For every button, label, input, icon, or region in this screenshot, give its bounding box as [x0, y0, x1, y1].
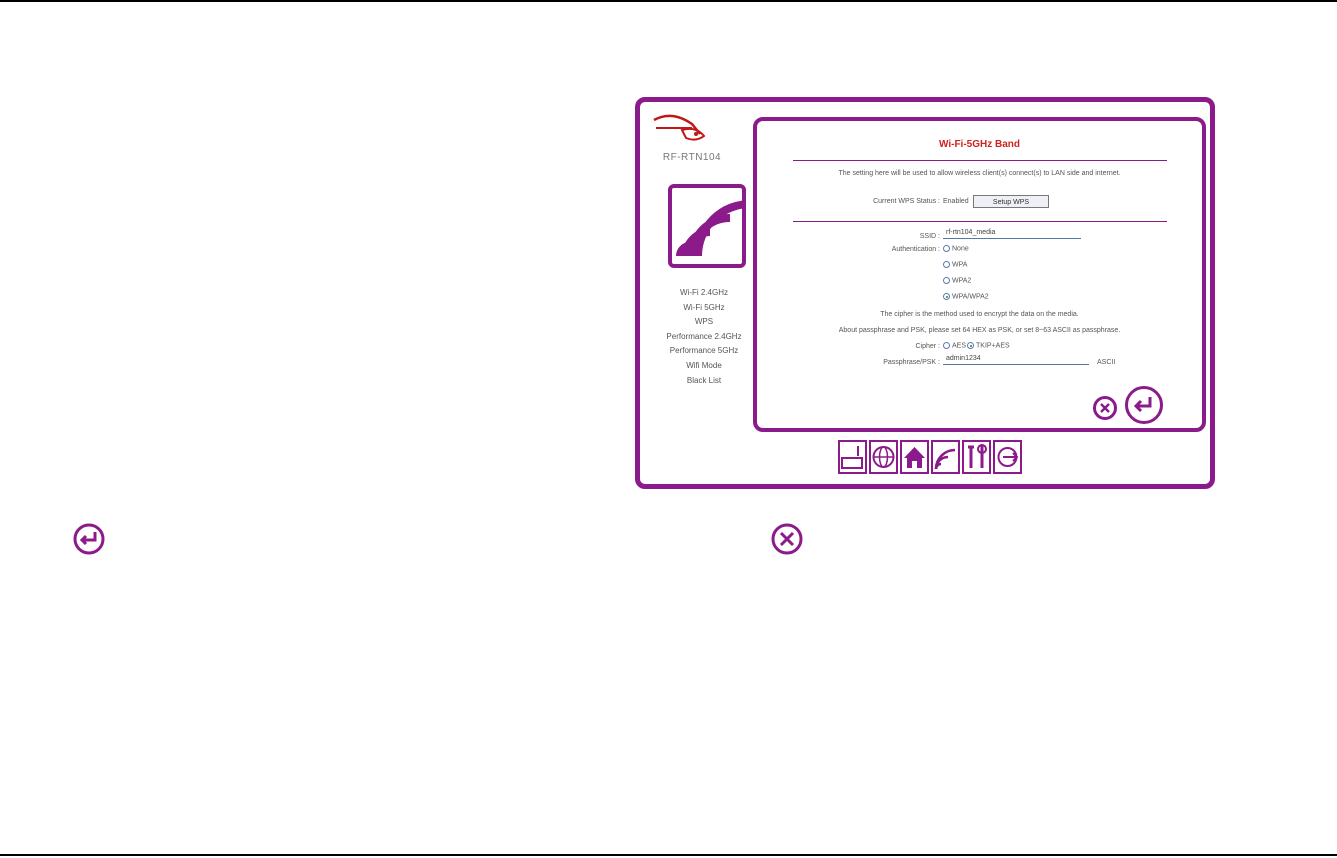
wifi-large-icon: [676, 200, 751, 257]
passphrase-type: ASCII: [1097, 359, 1116, 366]
auth-option-wpa[interactable]: WPA: [943, 261, 967, 268]
menu-item-performance-5ghz[interactable]: Performance 5GHz: [640, 344, 768, 359]
radio-icon: [943, 245, 950, 252]
passphrase-label: Passphrase/PSK :: [883, 359, 940, 366]
logout-icon[interactable]: [993, 440, 1022, 474]
divider: [793, 221, 1167, 222]
psk-note: About passphrase and PSK, please set 64 …: [838, 327, 1121, 334]
settings-panel: Wi-Fi-5GHz Band The setting here will be…: [753, 117, 1206, 432]
menu-item-wifi-mode[interactable]: Wifi Mode: [640, 359, 768, 374]
cancel-button[interactable]: [1093, 396, 1117, 420]
bottom-icon-bar: [838, 440, 1026, 476]
tools-icon[interactable]: [962, 440, 991, 474]
auth-option-wpa-wpa2[interactable]: WPA/WPA2: [943, 293, 989, 300]
cipher-note: The cipher is the method used to encrypt…: [880, 311, 1079, 318]
apply-button[interactable]: [1125, 386, 1163, 424]
radio-icon: [943, 277, 950, 284]
enter-arrow-icon: [1133, 397, 1152, 413]
router-status-icon[interactable]: [838, 440, 867, 474]
radio-selected-icon: [967, 342, 974, 349]
ssid-label: SSID :: [919, 233, 940, 240]
wifi-icon[interactable]: [931, 440, 960, 474]
ssid-input[interactable]: rf-rtn104_media: [943, 228, 1081, 239]
auth-option-wpa2[interactable]: WPA2: [943, 277, 971, 284]
menu-item-performance-24ghz[interactable]: Performance 2.4GHz: [640, 330, 768, 345]
side-menu: Wi-Fi 2.4GHz Wi-Fi 5GHz WPS Performance …: [640, 286, 768, 388]
cipher-option-aes[interactable]: AES: [943, 342, 966, 349]
router-screenshot: RF-RTN104 Wi-Fi 2.4GHz Wi-Fi 5GHz WPS Pe…: [635, 97, 1215, 489]
bottom-rule: [0, 854, 1337, 856]
radio-icon: [943, 342, 950, 349]
brand-logo-icon: [653, 114, 706, 141]
radio-icon: [943, 261, 950, 268]
menu-item-wifi-24ghz[interactable]: Wi-Fi 2.4GHz: [640, 286, 768, 301]
enter-arrow-icon: [73, 523, 105, 555]
menu-item-black-list[interactable]: Black List: [640, 374, 768, 389]
setup-wps-button[interactable]: Setup WPS: [973, 195, 1049, 208]
home-icon[interactable]: [900, 440, 929, 474]
panel-description: The setting here will be used to allow w…: [838, 170, 1121, 177]
divider: [793, 160, 1167, 161]
wifi-section-tile: [668, 184, 751, 268]
top-rule: [0, 0, 1337, 2]
cancel-x-icon: [1100, 403, 1110, 413]
radio-selected-icon: [943, 293, 950, 300]
cipher-option-tkip-aes[interactable]: TKIP+AES: [967, 342, 1010, 349]
cancel-x-icon: [771, 523, 803, 555]
authentication-label: Authentication :: [891, 246, 940, 253]
panel-title: Wi-Fi-5GHz Band: [938, 139, 1020, 150]
menu-item-wps[interactable]: WPS: [640, 315, 768, 330]
cipher-label: Cipher :: [915, 343, 940, 350]
auth-option-none[interactable]: None: [943, 245, 969, 252]
menu-item-wifi-5ghz[interactable]: Wi-Fi 5GHz: [640, 301, 768, 316]
wps-status-value: Enabled: [943, 198, 969, 205]
router-model: RF-RTN104: [662, 152, 722, 163]
internet-globe-icon[interactable]: [869, 440, 898, 474]
passphrase-input[interactable]: admin1234: [943, 354, 1089, 365]
wps-status-label: Current WPS Status :: [873, 198, 940, 205]
